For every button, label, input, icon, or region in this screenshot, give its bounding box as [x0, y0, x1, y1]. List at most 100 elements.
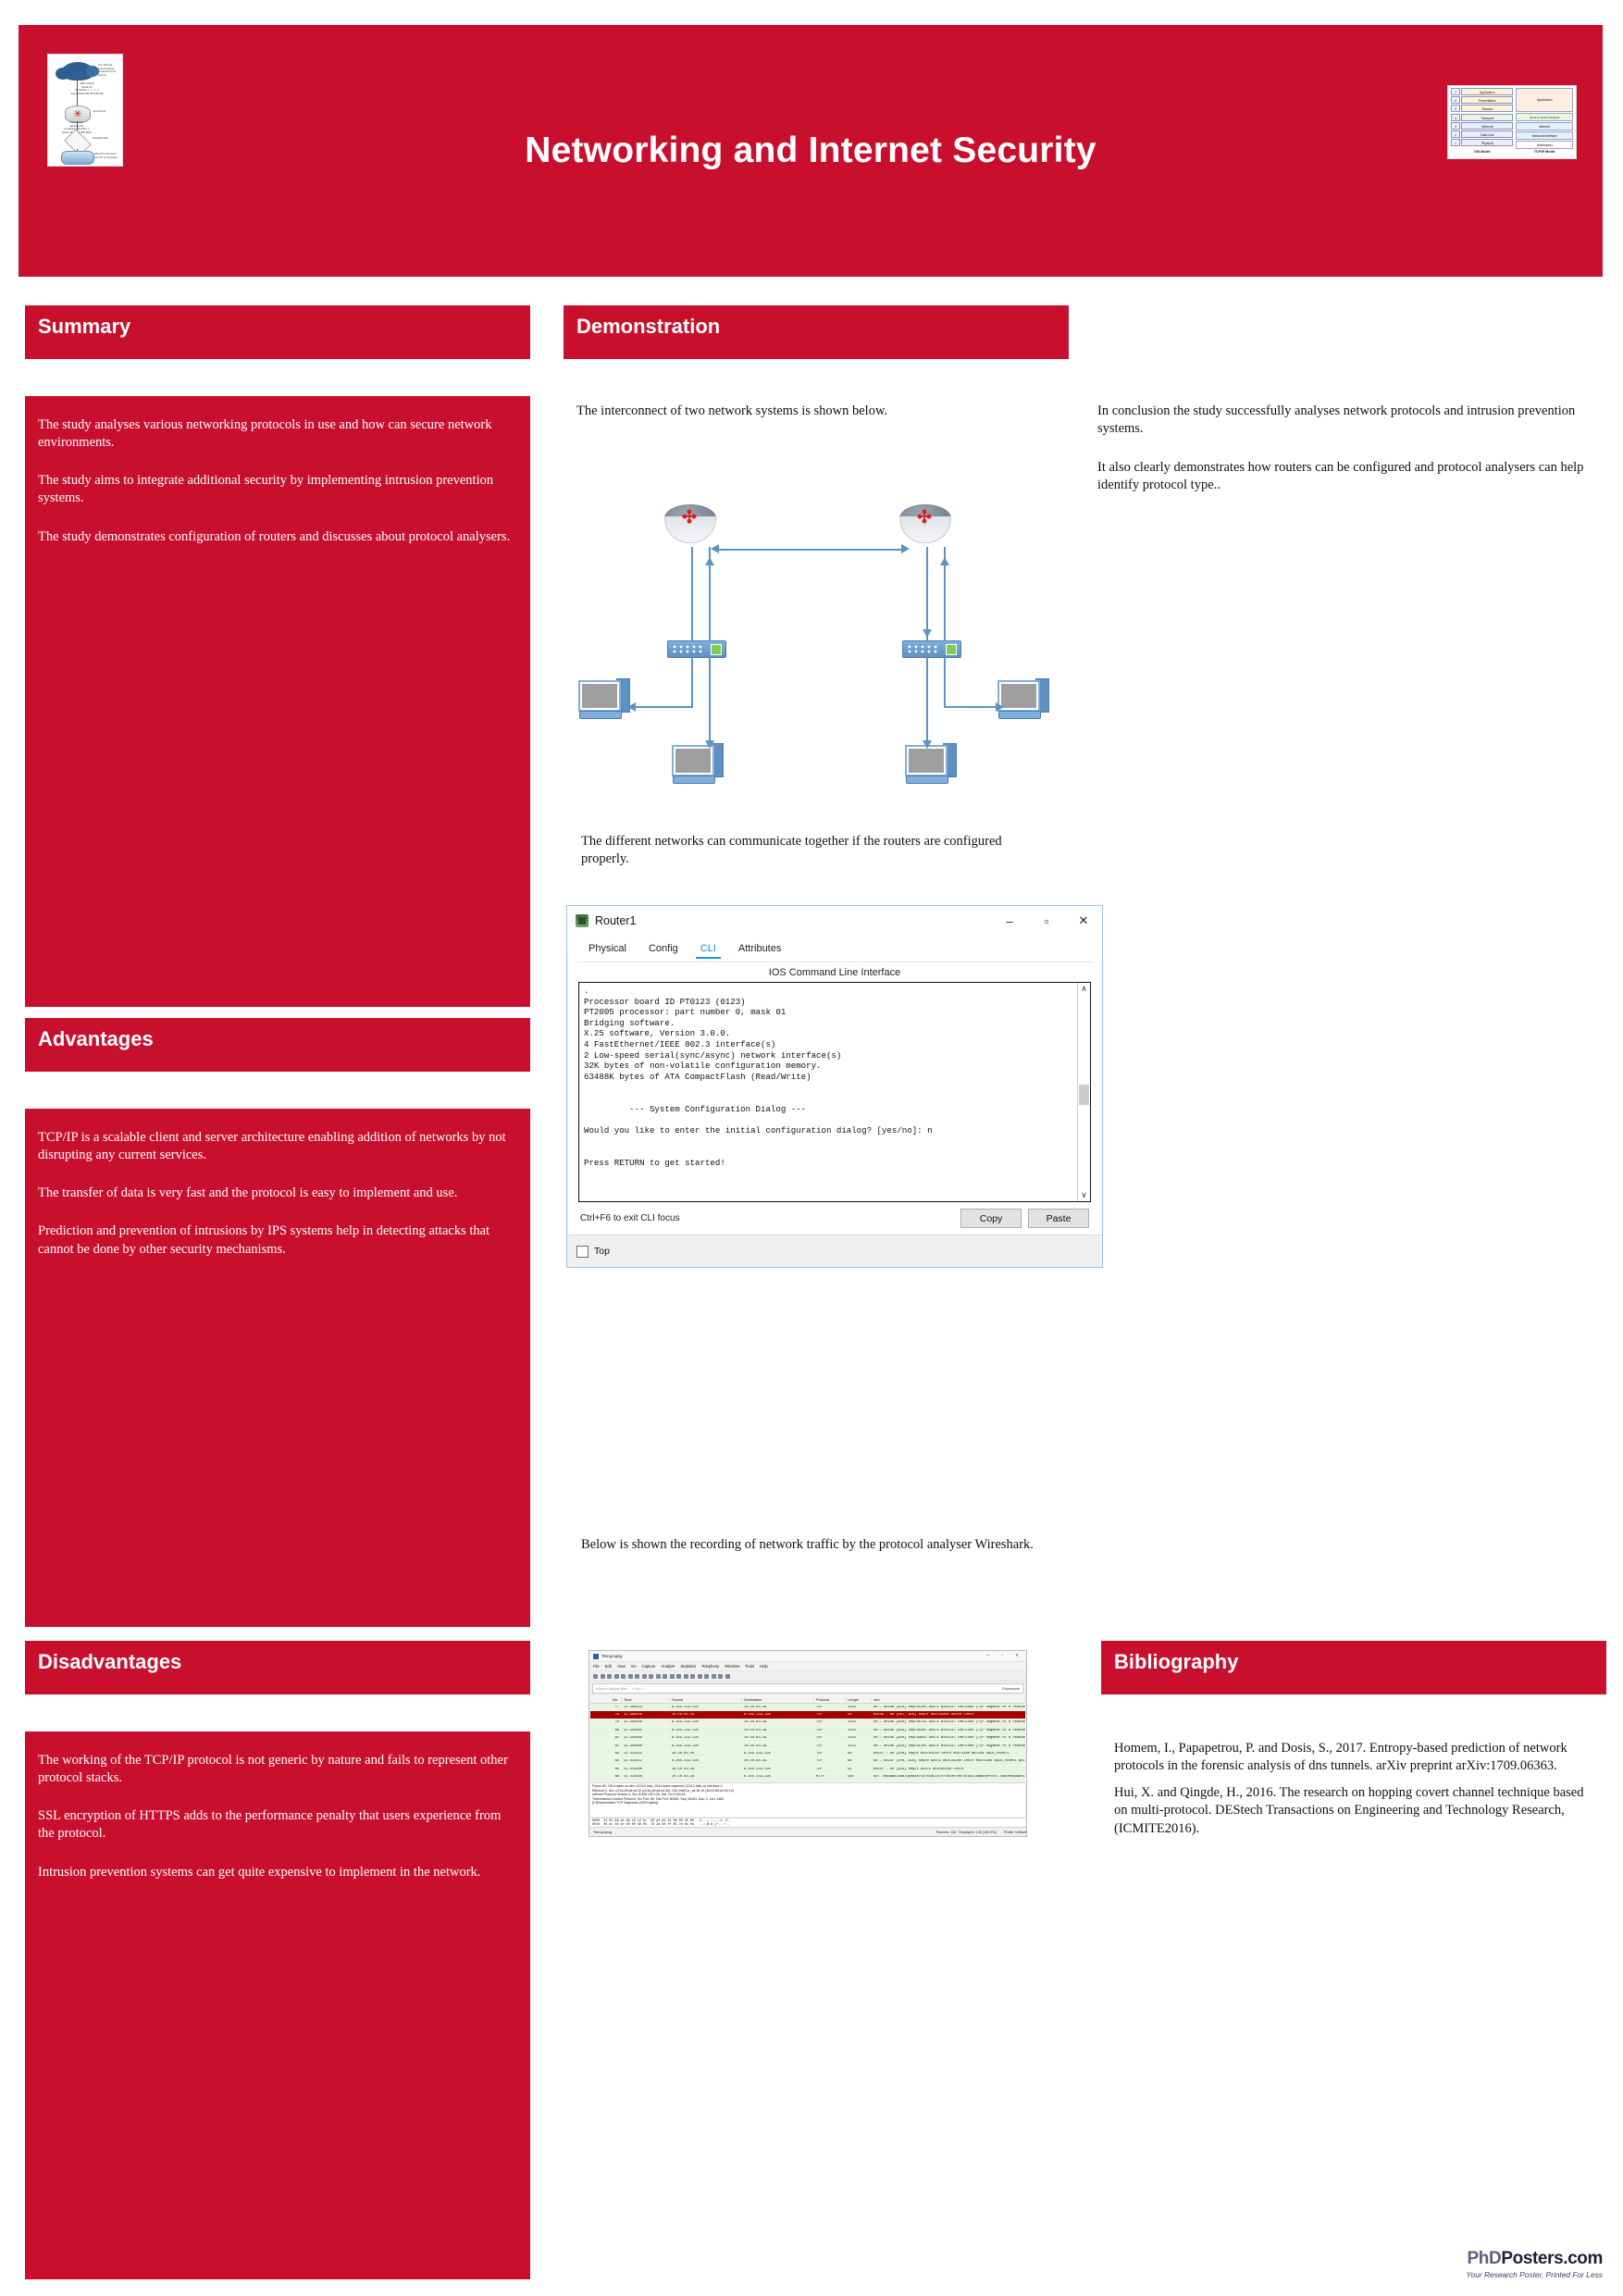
tcpip-layer-internet: Internet	[1516, 122, 1573, 130]
arrowhead-down	[923, 740, 932, 749]
column-header-length[interactable]: Length	[846, 1696, 872, 1702]
cell-length: 1514	[848, 1705, 856, 1709]
menu-wireless[interactable]: Wireless	[725, 1664, 739, 1669]
go-forward-icon[interactable]	[663, 1673, 667, 1679]
close-file-icon[interactable]	[635, 1673, 639, 1679]
top-checkbox[interactable]	[576, 1245, 588, 1258]
stop-capture-icon[interactable]	[600, 1673, 605, 1679]
packet-list-table[interactable]: No. Time Source Destination Protocol Len…	[590, 1695, 1025, 1781]
column-header-info[interactable]: Info	[872, 1696, 1025, 1702]
cli-terminal[interactable]: . Processor board ID PT0123 (0123) PT200…	[578, 982, 1091, 1202]
page-title: Networking and Internet Security	[525, 130, 1096, 170]
go-first-icon[interactable]	[676, 1673, 681, 1679]
table-row[interactable]: 85 12.414280 10.10.63.29 8.255.133.126 T…	[590, 1766, 1025, 1774]
cell-protocol: TCP	[816, 1728, 823, 1732]
table-row[interactable]: 82 12.393080 8.255.133.126 10.10.63.29 T…	[590, 1742, 1025, 1751]
tab-attributes[interactable]: Attributes	[728, 940, 791, 958]
cell-destination: 8.255.133.126	[744, 1752, 771, 1756]
table-row[interactable]: 79 12.393049 8.255.133.126 10.10.63.29 T…	[590, 1719, 1025, 1728]
menu-capture[interactable]: Capture	[642, 1664, 656, 1669]
paste-button[interactable]: Paste	[1028, 1209, 1089, 1228]
cli-scrollbar[interactable]: ∧ ∨	[1077, 983, 1090, 1201]
wireshark-window-controls[interactable]: – ▫ ✕	[986, 1653, 1024, 1658]
table-row[interactable]: 86 12.414565 10.10.63.29 8.255.133.126 H…	[590, 1773, 1025, 1781]
column-header-protocol[interactable]: Protocol	[814, 1696, 846, 1702]
reload-icon[interactable]	[641, 1673, 647, 1679]
copy-button[interactable]: Copy	[960, 1209, 1022, 1228]
table-row[interactable]: 78 12.390535 10.10.63.29 8.255.133.126 T…	[590, 1711, 1025, 1719]
scroll-up-icon[interactable]: ∧	[1078, 983, 1090, 995]
menu-statistics[interactable]: Statistics	[680, 1664, 696, 1669]
menu-go[interactable]: Go	[631, 1664, 637, 1669]
scroll-down-icon[interactable]: ∨	[1078, 1189, 1090, 1201]
capture-options-icon[interactable]	[613, 1673, 619, 1679]
display-filter-bar[interactable]: Apply a display filter ... <Ctrl-/> Expr…	[592, 1683, 1023, 1694]
minimize-button[interactable]: –	[991, 906, 1028, 936]
start-capture-icon[interactable]	[593, 1673, 598, 1679]
save-file-icon[interactable]	[627, 1673, 633, 1679]
cell-time: 12.414565	[624, 1775, 642, 1780]
cell-source: 8.255.133.126	[672, 1759, 699, 1764]
filter-expression-button[interactable]: Expression	[1002, 1687, 1022, 1691]
open-file-icon[interactable]	[621, 1673, 626, 1679]
column-header-no[interactable]: No.	[590, 1696, 622, 1702]
go-back-icon[interactable]	[655, 1673, 661, 1679]
menu-edit[interactable]: Edit	[605, 1664, 612, 1669]
router-to-router-link	[718, 549, 901, 551]
menu-tools[interactable]: Tools	[745, 1664, 754, 1669]
menu-view[interactable]: View	[617, 1664, 626, 1669]
maximize-button[interactable]: ▫	[1028, 906, 1065, 936]
zoom-out-icon[interactable]	[711, 1673, 716, 1679]
close-button[interactable]: ✕	[1065, 906, 1102, 936]
cell-destination: 10.10.63.29	[744, 1736, 767, 1741]
demonstration-intro: The interconnect of two network systems …	[576, 403, 1058, 441]
column-header-source[interactable]: Source	[670, 1696, 742, 1702]
wireshark-window[interactable]: Test.pcapng – ▫ ✕ File Edit View Go Capt…	[588, 1650, 1027, 1837]
column-header-time[interactable]: Time	[622, 1696, 670, 1702]
wireshark-caption-text: Below is shown the recording of network …	[581, 1537, 1034, 1552]
logo-ph: PhD	[1467, 2249, 1502, 2268]
cell-destination: 10.10.63.29	[744, 1744, 767, 1748]
colorize-icon[interactable]	[697, 1673, 702, 1679]
find-packet-icon[interactable]	[649, 1673, 653, 1679]
switch2-pc-link-h	[944, 706, 1001, 708]
resize-columns-icon[interactable]	[725, 1673, 730, 1679]
cell-time: 12.414280	[624, 1767, 642, 1771]
table-row[interactable]: 77 12.390533 8.255.133.126 10.10.63.29 T…	[590, 1704, 1025, 1712]
zoom-in-icon[interactable]	[704, 1673, 709, 1679]
cell-destination: 10.10.63.29	[744, 1705, 767, 1709]
menu-telephony[interactable]: Telephony	[701, 1664, 719, 1669]
table-row[interactable]: 84 12.414212 8.255.133.126 10.10.63.29 T…	[590, 1757, 1025, 1767]
table-row[interactable]: 80 12.393061 8.255.133.126 10.10.63.29 T…	[590, 1727, 1025, 1735]
bibliography-section-header: Bibliography	[1101, 1641, 1606, 1694]
column-header-destination[interactable]: Destination	[742, 1696, 814, 1702]
osi-layer-4: 4 Transport	[1451, 113, 1514, 121]
autoscroll-icon[interactable]	[690, 1673, 695, 1679]
zoom-reset-icon[interactable]	[718, 1673, 723, 1679]
tab-config[interactable]: Config	[638, 940, 688, 958]
restart-capture-icon[interactable]	[607, 1673, 612, 1679]
disadvantages-paragraph-2: SSL encryption of HTTPS adds to the perf…	[38, 1808, 502, 1842]
packet-tracer-window[interactable]: Router1 – ▫ ✕ Physical Config CLI Attrib…	[566, 905, 1103, 1268]
packet-details-pane[interactable]: Frame 80: 1514 bytes on wire (12112 bits…	[590, 1781, 1025, 1817]
scrollbar-thumb[interactable]	[1079, 1085, 1089, 1105]
menu-analyze[interactable]: Analyze	[661, 1664, 675, 1669]
table-row[interactable]: 83 12.413251 10.10.63.29 8.255.133.126 T…	[590, 1750, 1025, 1758]
go-to-packet-icon[interactable]	[669, 1673, 675, 1679]
wireshark-toolbar[interactable]	[589, 1670, 1026, 1682]
osi-layer-label: Application	[1461, 88, 1514, 95]
cell-no: 83	[614, 1752, 619, 1756]
go-last-icon[interactable]	[683, 1673, 688, 1679]
tab-cli[interactable]: CLI	[690, 940, 726, 959]
cell-info: 60246 → 80 [RST, ACK] Seq=1 Ack=10801 Wi…	[873, 1713, 974, 1718]
table-row[interactable]: 81 12.393069 8.255.133.126 10.10.63.29 T…	[590, 1734, 1025, 1743]
display-filter-input[interactable]: Apply a display filter ... <Ctrl-/>	[593, 1687, 644, 1691]
cell-length: 54	[848, 1767, 852, 1771]
wireshark-menubar[interactable]: File Edit View Go Capture Analyze Statis…	[589, 1662, 1026, 1670]
disadvantages-body: The working of the TCP/IP protocol is no…	[25, 1731, 530, 2279]
menu-file[interactable]: File	[593, 1664, 600, 1669]
menu-help[interactable]: Help	[760, 1664, 768, 1669]
tab-physical[interactable]: Physical	[578, 940, 637, 958]
bibliography-heading: Bibliography	[1114, 1650, 1239, 1673]
packet-tracer-titlebar: Router1 – ▫ ✕	[567, 906, 1102, 936]
